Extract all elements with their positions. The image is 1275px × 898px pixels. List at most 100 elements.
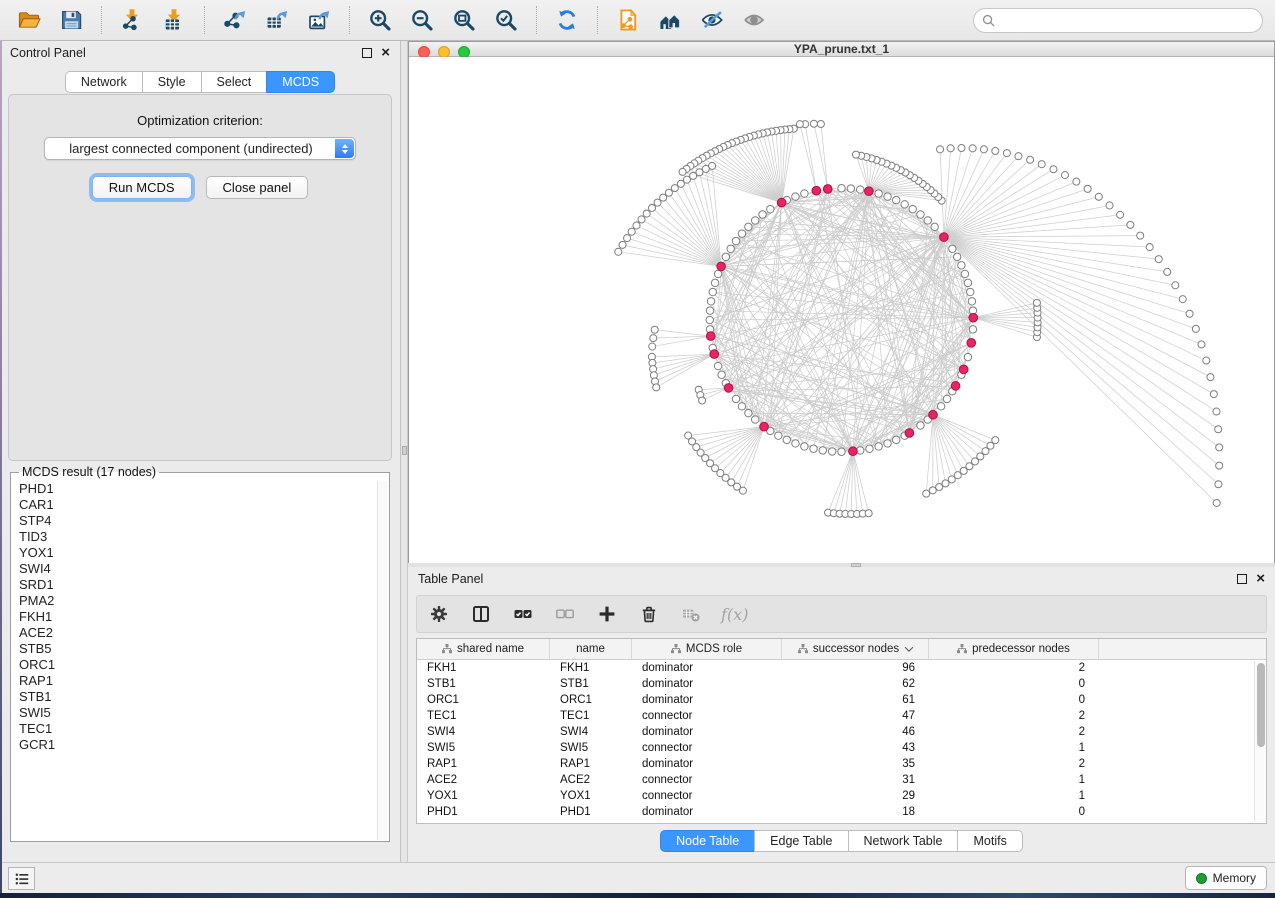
open-file-button[interactable] [11,3,47,37]
add-row-button[interactable] [595,602,619,626]
splitter-grip[interactable] [402,446,407,455]
float-panel-icon[interactable] [1237,574,1247,584]
network-canvas[interactable] [409,57,1274,565]
close-panel-icon[interactable]: × [381,48,390,58]
close-panel-button[interactable]: Close panel [206,176,309,199]
settings-button[interactable] [427,602,451,626]
float-panel-icon[interactable] [362,48,372,58]
leaf-node [628,228,635,235]
memory-button[interactable]: Memory [1185,866,1267,890]
tab-mcds[interactable]: MCDS [266,71,335,93]
mcds-result-item[interactable]: CAR1 [12,497,388,513]
mcds-result-item[interactable]: TEC1 [12,721,388,737]
export-network-button[interactable] [217,3,253,37]
mcds-result-item[interactable]: ORC1 [12,657,388,673]
table-tab-network-table[interactable]: Network Table [848,830,959,852]
table-row[interactable]: ACE2ACE2connector311 [417,772,1266,788]
mcds-result-item[interactable]: RAP1 [12,673,388,689]
mcds-result-item[interactable]: SRD1 [12,577,388,593]
search-box[interactable] [973,8,1263,33]
double-house-button[interactable] [652,3,688,37]
ring-node [884,440,891,447]
network-graph[interactable] [409,57,1274,565]
tab-select[interactable]: Select [201,71,268,93]
column-header-shared-name[interactable]: shared name [417,639,550,659]
network-from-file-button[interactable] [610,3,646,37]
search-icon [982,14,995,27]
control-panel: Control Panel × NetworkStyleSelectMCDS O… [0,41,401,862]
table-row[interactable]: FKH1FKH1dominator962 [417,660,1266,676]
zoom-in-button[interactable] [362,3,398,37]
close-panel-icon[interactable]: × [1256,574,1265,584]
eye-slash-button[interactable] [694,3,730,37]
leaf-node [1164,268,1171,275]
save-session-button[interactable] [53,3,89,37]
ring-node [964,279,971,286]
ring-node [937,403,944,410]
column-header-predecessor-nodes[interactable]: predecessor nodes [929,639,1099,659]
deselect-all-button[interactable] [553,602,577,626]
mcds-result-item[interactable]: STB5 [12,641,388,657]
mcds-hub-node [823,185,832,194]
select-all-button[interactable] [511,602,535,626]
table-tab-edge-table[interactable]: Edge Table [754,830,848,852]
zoom-selected-button[interactable] [488,3,524,37]
mcds-result-item[interactable]: ACE2 [12,625,388,641]
node-table: shared namenameMCDS rolesuccessor nodesp… [416,638,1267,824]
column-header-MCDS-role[interactable]: MCDS role [632,639,782,659]
table-row[interactable]: YOX1YOX1connector291 [417,788,1266,804]
import-table-icon [162,8,186,32]
tab-style[interactable]: Style [142,71,202,93]
search-input[interactable] [1000,11,1262,31]
table-row[interactable]: ORC1ORC1dominator610 [417,692,1266,708]
export-image-button[interactable] [301,3,337,37]
mcds-result-item[interactable]: SWI4 [12,561,388,577]
mcds-result-item[interactable]: YOX1 [12,545,388,561]
mcds-result-item[interactable]: SWI5 [12,705,388,721]
zoom-out-button[interactable] [404,3,440,37]
scrollbar-thumb[interactable] [1257,663,1265,747]
mcds-result-item[interactable]: STP4 [12,513,388,529]
table-row[interactable]: RAP1RAP1dominator352 [417,756,1266,772]
table-cell: 43 [782,740,929,756]
column-header-name[interactable]: name [550,639,632,659]
leaf-node [1137,232,1144,239]
export-table-button[interactable] [259,3,295,37]
table-row[interactable]: PHD1PHD1dominator180 [417,804,1266,820]
run-mcds-button[interactable]: Run MCDS [92,176,192,199]
columns-button[interactable] [469,602,493,626]
table-cell: 1 [929,788,1099,804]
table-cell: 0 [929,692,1099,708]
ring-node [953,253,960,260]
mcds-result-item[interactable]: TID3 [12,529,388,545]
table-cell: STB1 [550,676,632,692]
table-tab-motifs[interactable]: Motifs [957,830,1022,852]
mcds-result-item[interactable]: PMA2 [12,593,388,609]
criterion-dropdown[interactable]: largest connected component (undirected) [44,137,356,160]
mcds-result-item[interactable]: STB1 [12,689,388,705]
table-cell: 61 [782,692,929,708]
ring-node [783,436,790,443]
table-row[interactable]: SWI4SWI4dominator462 [417,724,1266,740]
mcds-result-item[interactable]: PHD1 [12,481,388,497]
mcds-result-item[interactable]: FKH1 [12,609,388,625]
table-row[interactable]: SWI5SWI5connector431 [417,740,1266,756]
table-row[interactable]: TEC1TEC1connector472 [417,708,1266,724]
tab-network[interactable]: Network [65,71,143,93]
ring-node [847,185,854,192]
table-tab-node-table[interactable]: Node Table [660,830,755,852]
refresh-layout-button[interactable] [549,3,585,37]
table-cell: RAP1 [550,756,632,772]
table-scrollbar[interactable] [1254,661,1266,822]
mcds-hub-node [969,313,978,322]
import-table-button[interactable] [156,3,192,37]
result-scrollbar[interactable] [377,481,388,840]
vertical-splitter[interactable] [401,41,408,862]
zoom-fit-button[interactable] [446,3,482,37]
task-history-button[interactable] [8,867,35,890]
mcds-result-item[interactable]: GCR1 [12,737,388,753]
import-network-button[interactable] [114,3,150,37]
delete-row-button[interactable] [637,602,661,626]
column-header-successor-nodes[interactable]: successor nodes [782,639,929,659]
table-row[interactable]: STB1STB1dominator620 [417,676,1266,692]
